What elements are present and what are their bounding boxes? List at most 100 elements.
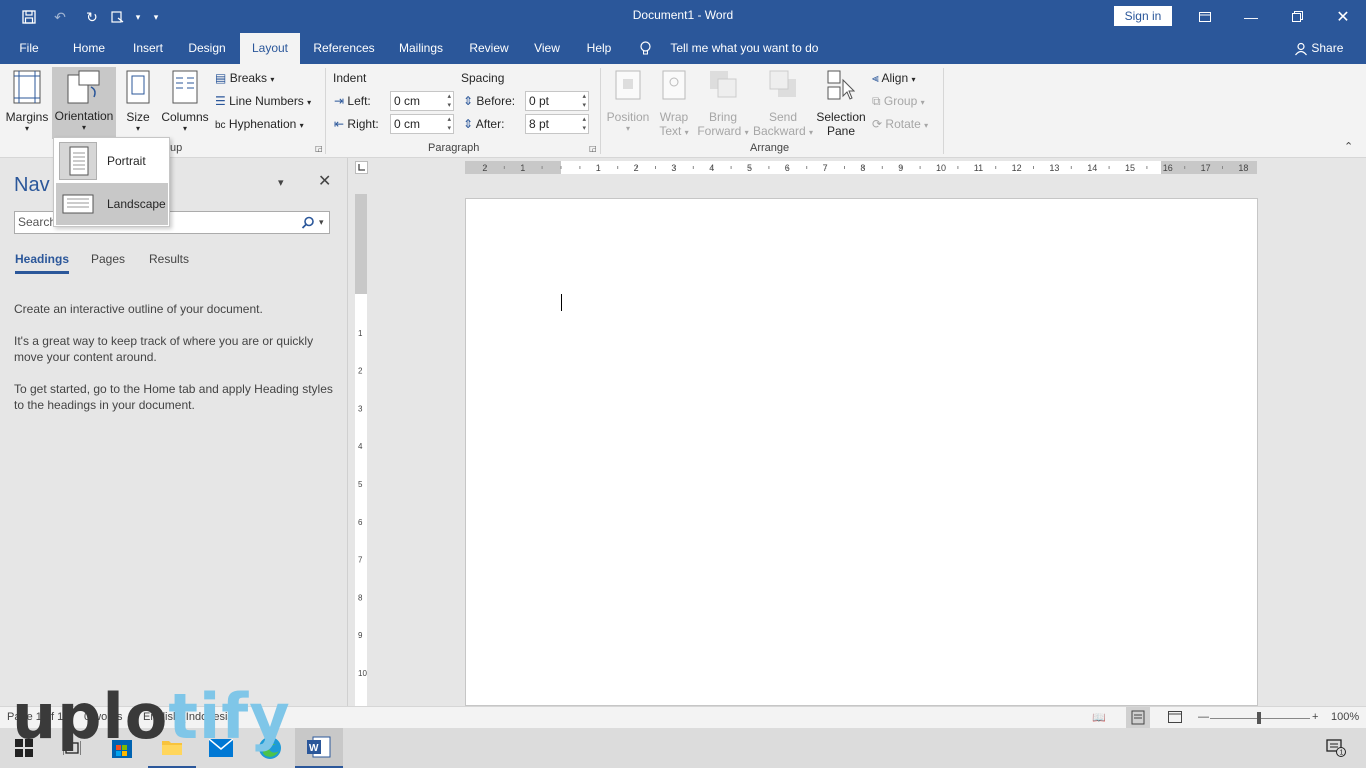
ruler-number: 11 [974,163,983,173]
chevron-down-icon: ▾ [182,124,187,133]
spinner-arrows-icon[interactable]: ▴ ▾ [582,92,586,110]
search-icon[interactable] [301,212,315,233]
tab-help[interactable]: Help [580,33,618,64]
bring-forward-button[interactable]: Bring Forward ▾ [696,68,750,140]
chevron-down-icon: ▾ [299,121,304,130]
indent-left-icon: ⇥ [334,94,345,108]
orientation-menu: Portrait Landscape [53,137,170,227]
document-page[interactable] [465,198,1258,706]
spacing-before-label: ⇕ Before: [463,94,516,108]
indent-left-label: ⇥ Left: [334,94,371,108]
spacing-after-label: ⇕ After: [463,117,505,131]
tell-me-box[interactable]: Tell me what you want to do [640,33,818,64]
tab-references[interactable]: References [310,33,378,64]
ribbon: Margins ▾ Orientation ▾ Size ▾ Columns ▾… [0,64,1366,158]
close-icon[interactable]: ✕ [318,171,331,191]
margins-icon [13,70,41,104]
ruler-number: 18 [1238,163,1248,173]
horizontal-ruler[interactable]: 21123456789101112131415161718 [465,161,1257,174]
nav-pane-title: Nav [14,174,50,196]
page-setup-launcher-icon[interactable]: ◲ [315,144,323,153]
indent-title: Indent [333,71,367,85]
tab-mailings[interactable]: Mailings [392,33,450,64]
send-backward-button[interactable]: Send Backward ▾ [752,68,814,140]
rotate-button[interactable]: ⟳ Rotate ▾ [872,114,928,134]
action-center-icon[interactable]: 1 [1312,728,1360,768]
uplotify-watermark: uplotify [12,680,291,753]
read-mode-icon[interactable]: 📖 [1092,711,1106,724]
close-icon[interactable]: ✕ [1320,0,1366,33]
tab-home[interactable]: Home [66,33,112,64]
paragraph-group-label: Paragraph [428,142,480,154]
nav-help-text-1: Create an interactive outline of your do… [14,302,263,316]
ruler-number: 14 [1087,163,1097,173]
chevron-down-icon: ▾ [81,123,86,132]
spinner-arrows-icon[interactable]: ▴ ▾ [447,115,451,133]
selection-pane-button[interactable]: Selection Pane [814,68,868,140]
spacing-before-input[interactable]: 0 pt ▴ ▾ [525,91,589,111]
vruler-number: 3 [358,404,363,413]
svg-text:1: 1 [1340,750,1344,757]
line-numbers-icon: ☰ [215,94,226,108]
orientation-button[interactable]: Orientation ▾ [52,67,116,139]
zoom-slider-thumb[interactable] [1257,712,1261,724]
wrap-text-button[interactable]: Wrap Text ▾ [652,68,696,140]
tab-layout[interactable]: Layout [240,33,300,64]
zoom-out-button[interactable]: — [1198,711,1209,723]
spinner-arrows-icon[interactable]: ▴ ▾ [582,115,586,133]
word-taskbar-icon[interactable]: W [295,728,343,768]
vruler-number: 6 [358,518,363,527]
vruler-number: 7 [358,556,363,565]
vruler-number: 5 [358,480,363,489]
web-layout-icon[interactable] [1168,711,1182,726]
align-button[interactable]: ⫷ Align ▾ [872,68,916,88]
tab-design[interactable]: Design [183,33,231,64]
spacing-after-input[interactable]: 8 pt ▴ ▾ [525,114,589,134]
indent-left-input[interactable]: 0 cm ▴ ▾ [390,91,454,111]
group-button[interactable]: ⧉ Group ▾ [872,91,925,111]
menu-item-landscape[interactable]: Landscape [56,183,168,225]
indent-right-input[interactable]: 0 cm ▴ ▾ [390,114,454,134]
nav-help-text-2: It's a great way to keep track of where … [14,334,314,364]
rotate-icon: ⟳ [872,117,883,131]
breaks-button[interactable]: ▤ Breaks ▾ [215,68,274,88]
line-numbers-button[interactable]: ☰ Line Numbers ▾ [215,91,311,111]
tab-headings[interactable]: Headings [15,252,70,274]
margins-label: Margins [5,110,49,124]
size-button[interactable]: Size ▾ [120,68,156,138]
position-button[interactable]: Position ▾ [604,68,652,140]
tab-review[interactable]: Review [465,33,513,64]
menu-item-portrait[interactable]: Portrait [56,140,168,182]
tab-view[interactable]: View [527,33,567,64]
zoom-level[interactable]: 100% [1331,711,1359,723]
margins-button[interactable]: Margins ▾ [4,68,50,138]
print-layout-icon[interactable] [1126,707,1150,728]
columns-button[interactable]: Columns ▾ [160,68,210,138]
tab-insert[interactable]: Insert [126,33,170,64]
breaks-icon: ▤ [215,71,227,85]
tab-results[interactable]: Results [149,252,189,266]
spinner-arrows-icon[interactable]: ▴ ▾ [447,92,451,110]
restore-icon[interactable] [1274,0,1320,33]
portrait-label: Portrait [107,154,146,168]
share-button[interactable]: Share [1294,33,1343,64]
collapse-ribbon-icon[interactable]: ⌃ [1344,140,1353,153]
sign-in-button[interactable]: Sign in [1114,6,1172,26]
paragraph-launcher-icon[interactable]: ◲ [589,144,597,153]
ruler-number: 15 [1125,163,1135,173]
hyphenation-button[interactable]: bc Hyphenation ▾ [215,114,304,134]
ribbon-tabs: File Home Insert Design Layout Reference… [0,33,1366,64]
tab-selector[interactable] [355,161,368,174]
spacing-after-icon: ⇕ [463,117,474,131]
chevron-down-icon[interactable]: ▾ [319,212,324,233]
chevron-down-icon[interactable]: ▾ [278,176,284,189]
minimize-icon[interactable]: — [1228,0,1274,33]
ribbon-display-icon[interactable] [1182,0,1228,33]
vruler-number: 9 [358,631,363,640]
tab-pages[interactable]: Pages [91,252,125,266]
orientation-icon [67,70,100,104]
vruler-number: 10 [358,669,367,678]
group-separator [943,68,944,154]
tab-file[interactable]: File [10,33,48,64]
zoom-in-button[interactable]: + [1312,711,1318,723]
